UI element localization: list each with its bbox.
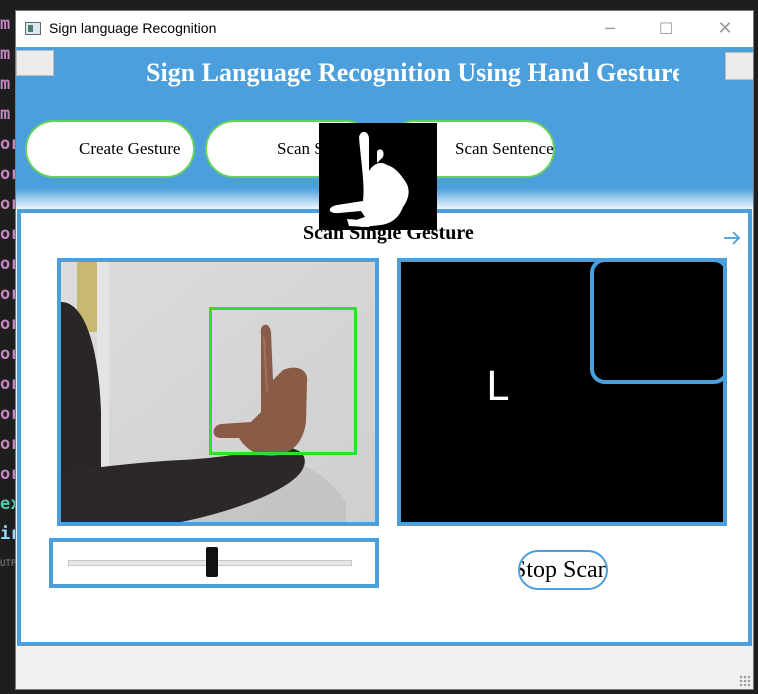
editor-code-fragment: UTP [0,559,16,569]
background-code-editor: m m m m or or or or or or or or or or or or ex ir UTP [0,0,16,694]
app-heading: Sign Language Recognition Using Hand Ges… [146,58,679,87]
editor-code-fragment: or [0,404,16,424]
camera-feed-frame [57,258,379,526]
editor-code-fragment: or [0,164,16,184]
editor-code-fragment: or [0,344,16,364]
resize-grip-icon[interactable] [739,675,751,687]
editor-code-fragment: m [0,104,11,124]
editor-code-fragment: ir [0,524,16,544]
editor-code-fragment: or [0,254,16,274]
editor-code-fragment: m [0,74,11,94]
result-inset-frame [590,262,723,384]
arrow-right-icon[interactable] [722,230,742,246]
editor-code-fragment: or [0,194,16,214]
predicted-letter: L [486,364,509,410]
title-bar[interactable]: Sign language Recognition ─ ☐ ✕ [16,11,753,47]
hand-roi-box [209,307,357,455]
app-window: Sign language Recognition ─ ☐ ✕ Sign Lan… [15,10,754,690]
status-bar [16,647,753,689]
close-button[interactable]: ✕ [702,11,748,47]
editor-code-fragment: m [0,14,11,34]
editor-code-fragment: ex [0,494,16,514]
threshold-slider-thumb[interactable] [205,547,218,577]
editor-code-fragment: or [0,314,16,334]
background-edge [754,0,758,694]
editor-code-fragment: or [0,464,16,484]
minimize-button[interactable]: ─ [587,11,633,47]
editor-code-fragment: or [0,374,16,394]
hand-mask-image [319,123,437,230]
editor-code-fragment: or [0,224,16,244]
scan-panel: Scan Single Gesture L Stop Scan [17,209,752,646]
header-right-button[interactable] [725,52,753,80]
app-window-icon [25,22,41,35]
maximize-button[interactable]: ☐ [643,11,689,47]
editor-code-fragment: or [0,284,16,304]
result-frame: L [397,258,727,526]
editor-code-fragment: or [0,134,16,154]
editor-code-fragment: m [0,44,11,64]
window-title: Sign language Recognition [49,20,217,36]
threshold-slider-frame [49,538,379,588]
create-gesture-button[interactable]: Create Gesture [25,120,195,178]
header-left-button[interactable] [16,50,54,76]
stop-scan-button[interactable]: Stop Scan [518,550,608,590]
editor-code-fragment: or [0,434,16,454]
